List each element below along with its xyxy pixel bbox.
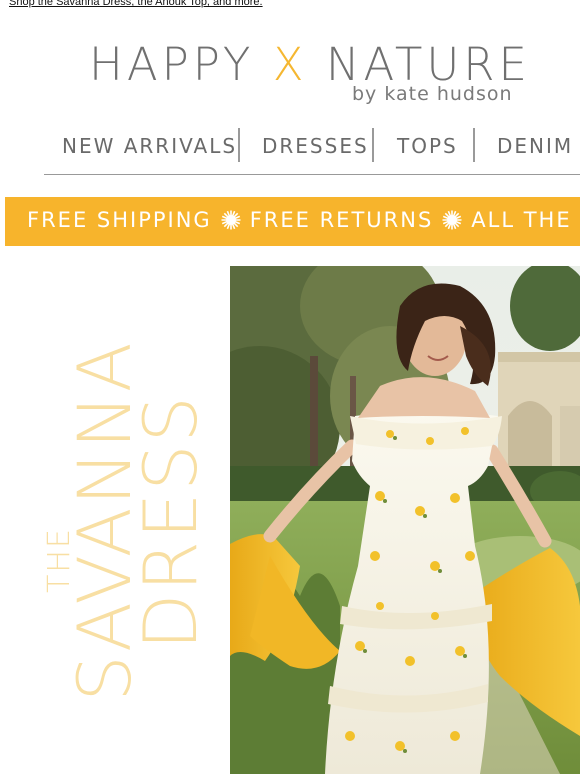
main-nav: NEW ARRIVALS DRESSES TOPS DENIM — [44, 120, 580, 175]
hero-image[interactable] — [230, 266, 580, 774]
preheader-link[interactable]: Shop the Savanna Dress, the Anouk Top, a… — [9, 0, 263, 8]
sun-icon — [442, 210, 462, 235]
banner-item-free-returns: FREE RETURNS — [249, 208, 434, 232]
banner-item-free-shipping: FREE SHIPPING — [27, 208, 212, 232]
nav-item-denim[interactable]: DENIM — [497, 134, 573, 158]
banner-text: FREE SHIPPING FREE RETURNS ALL THE TIME — [27, 208, 580, 235]
nav-divider — [372, 128, 374, 162]
brand-byline: by kate hudson — [352, 83, 513, 105]
nav-item-tops[interactable]: TOPS — [397, 134, 458, 158]
brand-x-mark: X — [272, 38, 308, 91]
sun-icon — [221, 210, 241, 235]
hero-title[interactable]: THE SAVANNA DRESS — [0, 266, 230, 774]
nav-item-dresses[interactable]: DRESSES — [262, 134, 369, 158]
nav-divider — [238, 128, 240, 162]
nav-item-new-arrivals[interactable]: NEW ARRIVALS — [62, 134, 237, 158]
nav-divider — [473, 128, 475, 162]
banner-item-all-the-time: ALL THE TIME — [471, 208, 580, 232]
brand-name-left: HAPPY — [89, 38, 255, 91]
shipping-banner[interactable]: FREE SHIPPING FREE RETURNS ALL THE TIME — [5, 197, 580, 246]
hero-title-dress: DRESS — [129, 394, 214, 650]
model-photo-icon — [230, 266, 580, 774]
